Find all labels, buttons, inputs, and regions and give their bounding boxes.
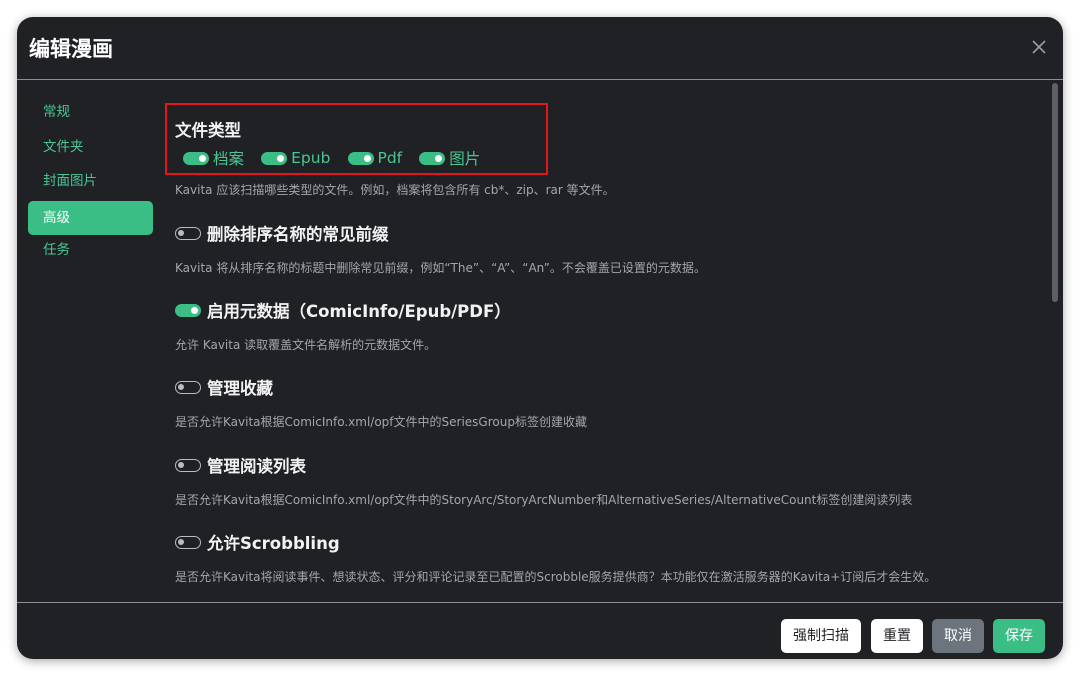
setting-description: 是否允许Kavita根据ComicInfo.xml/opf文件中的StoryAr…	[175, 493, 913, 507]
setting-manage-collections[interactable]: 管理收藏	[175, 375, 273, 399]
setting-label: 管理收藏	[207, 379, 273, 398]
force-scan-button[interactable]: 强制扫描	[781, 619, 861, 653]
toggle-switch-icon[interactable]	[183, 151, 209, 165]
toggle-switch-icon[interactable]	[347, 151, 374, 165]
toggle-switch-icon[interactable]	[175, 535, 201, 549]
file-type-label: Epub	[291, 149, 331, 167]
file-type-label: 图片	[449, 150, 481, 168]
setting-remove-prefixes[interactable]: 删除排序名称的常见前缀	[175, 221, 389, 245]
file-type-label: Pdf	[377, 149, 403, 167]
setting-description: 是否允许Kavita将阅读事件、想读状态、评分和评论记录至已配置的Scrobbl…	[175, 570, 937, 584]
cancel-button[interactable]: 取消	[932, 619, 984, 653]
file-type-epub[interactable]: Epub	[261, 148, 331, 167]
setting-enable-metadata[interactable]: 启用元数据（ComicInfo/Epub/PDF）	[175, 298, 511, 322]
toggle-switch-icon[interactable]	[261, 151, 288, 165]
file-types-options: 档案 Epub Pdf 图片	[183, 147, 492, 169]
file-type-images[interactable]: 图片	[419, 147, 480, 169]
setting-label: 允许Scrobbling	[207, 534, 340, 553]
sidebar-nav: 常规 文件夹 封面图片 高级 任务	[28, 97, 153, 270]
sidebar-item-general[interactable]: 常规	[28, 97, 153, 131]
file-type-label: 档案	[213, 150, 245, 168]
toggle-switch-icon[interactable]	[175, 458, 201, 472]
toggle-switch-icon[interactable]	[419, 151, 446, 165]
toggle-switch-icon[interactable]	[175, 303, 201, 317]
setting-label: 删除排序名称的常见前缀	[207, 225, 389, 244]
sidebar-item-tasks[interactable]: 任务	[28, 235, 153, 269]
setting-label: 管理阅读列表	[207, 457, 306, 476]
dialog-header: 编辑漫画	[17, 17, 1063, 80]
dialog-title: 编辑漫画	[29, 37, 113, 61]
file-types-description: Kavita 应该扫描哪些类型的文件。例如，档案将包含所有 cb*、zip、ra…	[175, 183, 615, 197]
setting-label: 启用元数据（ComicInfo/Epub/PDF）	[207, 302, 511, 321]
toggle-switch-icon[interactable]	[175, 380, 201, 394]
setting-allow-scrobbling[interactable]: 允许Scrobbling	[175, 530, 340, 554]
setting-description: Kavita 将从排序名称的标题中删除常见前缀，例如“The”、“A”、“An”…	[175, 261, 706, 275]
sidebar-item-cover-image[interactable]: 封面图片	[28, 166, 153, 200]
scrollbar-thumb[interactable]	[1052, 83, 1058, 302]
save-button[interactable]: 保存	[993, 619, 1045, 653]
setting-manage-reading-lists[interactable]: 管理阅读列表	[175, 453, 306, 477]
sidebar-item-advanced[interactable]: 高级	[28, 200, 153, 235]
close-icon[interactable]	[1029, 37, 1049, 57]
file-type-archive[interactable]: 档案	[183, 147, 244, 169]
toggle-switch-icon[interactable]	[175, 226, 201, 240]
dialog-footer: 强制扫描 重置 取消 保存	[17, 602, 1063, 659]
reset-button[interactable]: 重置	[871, 619, 923, 653]
setting-description: 是否允许Kavita根据ComicInfo.xml/opf文件中的SeriesG…	[175, 415, 587, 429]
file-types-title: 文件类型	[175, 121, 241, 140]
edit-series-dialog: 编辑漫画 常规 文件夹 封面图片 高级 任务 文件类型 档案 Epub Pdf …	[17, 17, 1063, 659]
sidebar-item-folders[interactable]: 文件夹	[28, 132, 153, 166]
file-type-pdf[interactable]: Pdf	[347, 148, 403, 167]
setting-description: 允许 Kavita 读取覆盖文件名解析的元数据文件。	[175, 338, 437, 352]
